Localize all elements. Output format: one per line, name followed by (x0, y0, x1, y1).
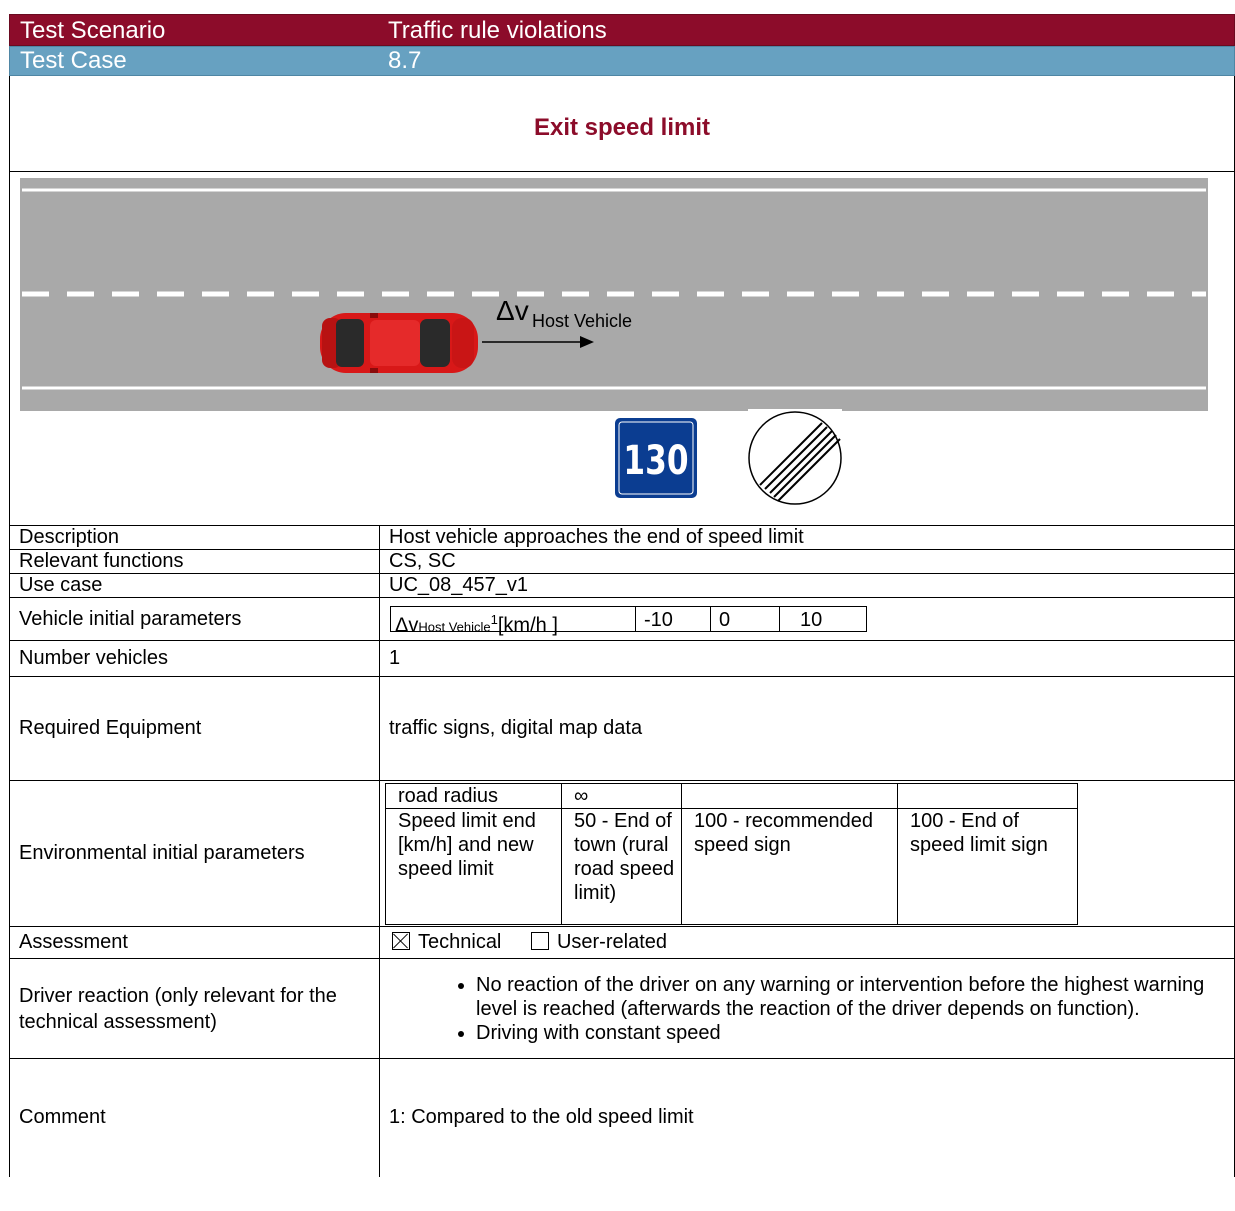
list-item: Driving with constant speed (476, 1021, 1234, 1045)
vehicle-param-value-2: 0 (711, 606, 780, 632)
table-row: Environmental initial parameters road ra… (9, 780, 1235, 927)
table-row: Number vehicles 1 (9, 640, 1235, 677)
technical-label: Technical (418, 931, 502, 953)
parameters-table: Description Host vehicle approaches the … (9, 525, 1235, 1177)
technical-checkbox[interactable] (392, 932, 410, 950)
driver-reaction-list: No reaction of the driver on any warning… (380, 973, 1234, 1045)
number-vehicles-value: 1 (379, 640, 1235, 677)
test-scenario-label: Test Scenario (20, 17, 166, 44)
environmental-label: Environmental initial parameters (9, 780, 380, 927)
speed-limit-value-3: 100 - End of speed limit sign (897, 808, 1078, 925)
relevant-functions-label: Relevant functions (9, 549, 380, 574)
road-diagram: Δv Host Vehicle 130 (20, 178, 1208, 505)
table-row: Description Host vehicle approaches the … (9, 525, 1235, 550)
page-title: Exit speed limit (533, 114, 711, 141)
road-radius-label: road radius (385, 783, 562, 809)
table-row: Relevant functions CS, SC (9, 549, 1235, 574)
recommended-speed-sign-icon: 130 (615, 418, 697, 498)
speed-limit-label: Speed limit end [km/h] and new speed lim… (385, 808, 562, 925)
table-row: Comment 1: Compared to the old speed lim… (9, 1058, 1235, 1177)
title-row: Exit speed limit (9, 76, 1235, 172)
test-case-label: Test Case (20, 47, 127, 74)
use-case-label: Use case (9, 573, 380, 598)
required-equipment-value: traffic signs, digital map data (379, 676, 1235, 781)
table-row: Use case UC_08_457_v1 (9, 573, 1235, 598)
number-vehicles-label: Number vehicles (9, 640, 380, 677)
vehicle-param-value-1: -10 (636, 606, 711, 632)
test-case-row: Test Case 8.7 (9, 46, 1235, 76)
driver-reaction-value: No reaction of the driver on any warning… (379, 958, 1235, 1059)
speed-limit-value-1: 50 - End of town (rural road speed limit… (561, 808, 682, 925)
user-related-label: User-related (556, 931, 667, 953)
table-row: Driver reaction (only relevant for the t… (9, 958, 1235, 1059)
test-scenario-row: Test Scenario Traffic rule violations (9, 14, 1235, 46)
description-value: Host vehicle approaches the end of speed… (379, 525, 1235, 550)
test-case-value: 8.7 (388, 47, 422, 74)
environmental-value: road radius ∞ Speed limit end [km/h] and… (379, 780, 1235, 927)
relevant-functions-value: CS, SC (379, 549, 1235, 574)
description-label: Description (9, 525, 380, 550)
assessment-label: Assessment (9, 926, 380, 959)
driver-reaction-label: Driver reaction (only relevant for the t… (9, 958, 380, 1059)
environmental-table: road radius ∞ Speed limit end [km/h] and… (385, 783, 1078, 925)
vehicle-param-name: ΔvHost Vehicle1[km/h ] (390, 606, 636, 637)
host-vehicle-icon (320, 313, 478, 373)
speed-limit-value-2: 100 - recommended speed sign (681, 808, 898, 925)
velocity-symbol: Δv (496, 295, 529, 326)
assessment-value: Technical User-related (379, 926, 1235, 959)
table-row: Vehicle initial parameters ΔvHost Vehicl… (9, 597, 1235, 641)
comment-label: Comment (9, 1058, 380, 1177)
table-row: Required Equipment traffic signs, digita… (9, 676, 1235, 781)
scenario-figure: Δv Host Vehicle 130 (9, 171, 1235, 526)
vehicle-params-label: Vehicle initial parameters (9, 597, 380, 641)
list-item: No reaction of the driver on any warning… (476, 973, 1234, 1021)
required-equipment-label: Required Equipment (9, 676, 380, 781)
road-radius-value: ∞ (561, 783, 682, 809)
sign-speed-value: 130 (623, 438, 688, 484)
table-row: Assessment Technical User-related (9, 926, 1235, 959)
vehicle-param-value-3: 10 (780, 606, 867, 632)
end-of-speed-limit-sign-icon (748, 411, 842, 505)
test-scenario-value: Traffic rule violations (388, 17, 607, 44)
vehicle-params-value: ΔvHost Vehicle1[km/h ] -10 0 10 (379, 597, 1235, 641)
user-related-checkbox[interactable] (530, 932, 549, 950)
comment-value: 1: Compared to the old speed limit (379, 1058, 1235, 1177)
use-case-value: UC_08_457_v1 (379, 573, 1235, 598)
velocity-subscript: Host Vehicle (532, 311, 632, 331)
